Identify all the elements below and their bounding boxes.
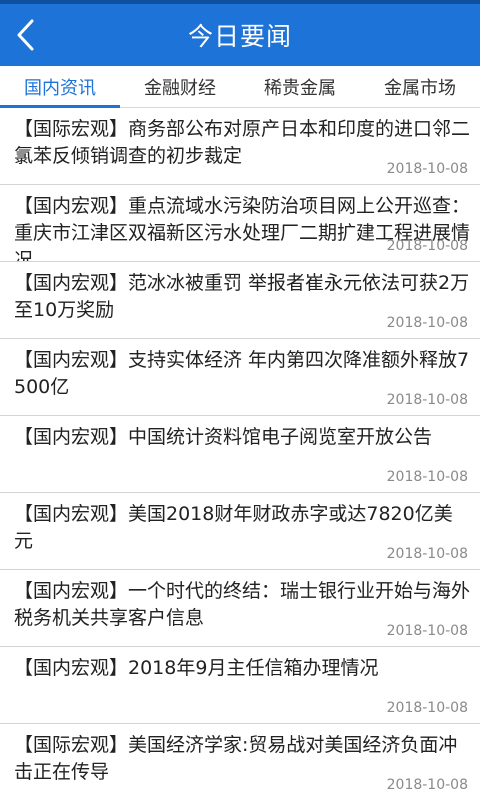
news-title: 【国内宏观】中国统计资料馆电子阅览室开放公告 [14, 426, 433, 448]
news-item[interactable]: 【国际宏观】美国经济学家:贸易战对美国经济负面冲击正在传导 2018-10-08 [0, 724, 480, 800]
news-item[interactable]: 【国内宏观】2018年9月主任信箱办理情况 2018-10-08 [0, 647, 480, 724]
news-item[interactable]: 【国内宏观】范冰冰被重罚 举报者崔永元依法可获2万至10万奖励 2018-10-… [0, 262, 480, 339]
chevron-left-icon [17, 19, 34, 51]
news-list: 【国际宏观】商务部公布对原产日本和印度的进口邻二氯苯反倾销调查的初步裁定 201… [0, 108, 480, 800]
tab-metal-market[interactable]: 金属市场 [360, 66, 480, 107]
tab-precious-metals[interactable]: 稀贵金属 [240, 66, 360, 107]
news-date: 2018-10-08 [386, 238, 468, 254]
news-date: 2018-10-08 [386, 623, 468, 639]
news-date: 2018-10-08 [386, 700, 468, 716]
news-date: 2018-10-08 [386, 777, 468, 793]
news-date: 2018-10-08 [386, 392, 468, 408]
news-item[interactable]: 【国内宏观】一个时代的终结：瑞士银行业开始与海外税务机关共享客户信息 2018-… [0, 570, 480, 647]
news-date: 2018-10-08 [386, 161, 468, 177]
news-item[interactable]: 【国内宏观】重点流域水污染防治项目网上公开巡查：重庆市江津区双福新区污水处理厂二… [0, 185, 480, 262]
news-date: 2018-10-08 [386, 546, 468, 562]
tab-finance[interactable]: 金融财经 [120, 66, 240, 107]
news-title: 【国内宏观】2018年9月主任信箱办理情况 [14, 657, 379, 679]
news-item[interactable]: 【国内宏观】美国2018财年财政赤字或达7820亿美元 2018-10-08 [0, 493, 480, 570]
news-item[interactable]: 【国内宏观】中国统计资料馆电子阅览室开放公告 2018-10-08 [0, 416, 480, 493]
news-item[interactable]: 【国内宏观】支持实体经济 年内第四次降准额外释放7500亿 2018-10-08 [0, 339, 480, 416]
tab-domestic-news[interactable]: 国内资讯 [0, 66, 120, 108]
page-title: 今日要闻 [187, 22, 292, 51]
news-date: 2018-10-08 [386, 469, 468, 485]
category-tabs: 国内资讯 金融财经 稀贵金属 金属市场 [0, 66, 480, 108]
news-item[interactable]: 【国际宏观】商务部公布对原产日本和印度的进口邻二氯苯反倾销调查的初步裁定 201… [0, 108, 480, 185]
back-button[interactable] [0, 4, 50, 66]
app-header: 今日要闻 [0, 4, 480, 66]
news-date: 2018-10-08 [386, 315, 468, 331]
